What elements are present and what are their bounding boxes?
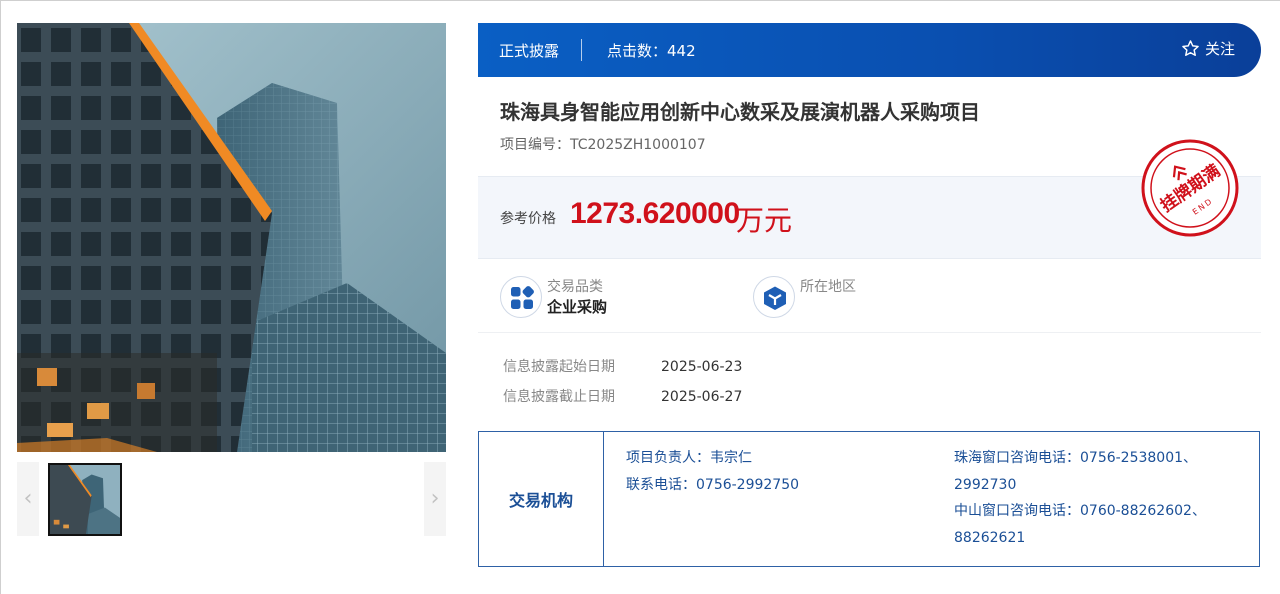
zhongshan-phone-line-2[interactable]: 88262621 xyxy=(954,525,1206,552)
zhuhai-phone-line-1[interactable]: 珠海窗口咨询电话：0756-2538001、 xyxy=(954,445,1206,472)
click-count: 点击数：442 xyxy=(607,42,696,60)
disclosure-status: 正式披露 xyxy=(499,42,560,60)
contact-phone[interactable]: 联系电话：0756-2992750 xyxy=(626,472,799,499)
date-value: 2025-06-23 xyxy=(661,359,743,375)
project-code-label: 项目编号： xyxy=(500,137,570,153)
institution-contact-column: 项目负责人：韦宗仁 联系电话：0756-2992750 xyxy=(626,445,799,498)
project-code-row: 项目编号：TC2025ZH1000107 xyxy=(500,134,706,154)
thumbnail-strip: ‹ › xyxy=(17,462,446,536)
date-label: 信息披露起始日期 xyxy=(503,359,615,375)
price-label: 参考价格 xyxy=(500,211,556,227)
contact-person: 项目负责人：韦宗仁 xyxy=(626,450,752,466)
project-title: 珠海具身智能应用创新中心数采及展演机器人采购项目 xyxy=(500,100,980,124)
disclosure-start-row: 信息披露起始日期 2025-06-23 xyxy=(503,356,742,376)
zhongshan-phone-line-1[interactable]: 中山窗口咨询电话：0760-88262602、 xyxy=(954,498,1206,525)
status-bar: 正式披露 点击数：442 关注 xyxy=(478,23,1261,77)
date-value: 2025-06-27 xyxy=(661,389,743,405)
trading-institution-panel: 交易机构 项目负责人：韦宗仁 联系电话：0756-2992750 珠海窗口咨询电… xyxy=(478,431,1260,567)
section-divider xyxy=(478,332,1261,333)
listing-expired-stamp: 挂牌期满 END xyxy=(1139,137,1241,239)
institution-heading: 交易机构 xyxy=(479,432,604,566)
attribute-label: 交易品类 xyxy=(547,279,603,295)
grid-icon xyxy=(500,276,542,318)
gallery-prev-button[interactable]: ‹ xyxy=(17,462,39,536)
disclosure-end-row: 信息披露截止日期 2025-06-27 xyxy=(503,386,742,406)
gallery-next-button[interactable]: › xyxy=(424,462,446,536)
cube-icon xyxy=(753,276,795,318)
date-label: 信息披露截止日期 xyxy=(503,389,615,405)
follow-label: 关注 xyxy=(1204,40,1235,58)
price-unit: 万元 xyxy=(736,204,793,237)
institution-window-column: 珠海窗口咨询电话：0756-2538001、 2992730 中山窗口咨询电话：… xyxy=(954,445,1206,551)
zhuhai-phone-line-2[interactable]: 2992730 xyxy=(954,472,1206,499)
price-value: 1273.620000 xyxy=(570,197,740,230)
thumbnail-image[interactable] xyxy=(48,463,122,536)
follow-button[interactable]: 关注 xyxy=(1181,38,1235,59)
status-divider xyxy=(581,39,582,61)
star-icon xyxy=(1182,40,1199,57)
main-project-image xyxy=(17,23,446,452)
attribute-value: 企业采购 xyxy=(547,298,608,316)
attribute-label: 所在地区 xyxy=(800,279,856,295)
project-code: TC2025ZH1000107 xyxy=(570,137,706,153)
